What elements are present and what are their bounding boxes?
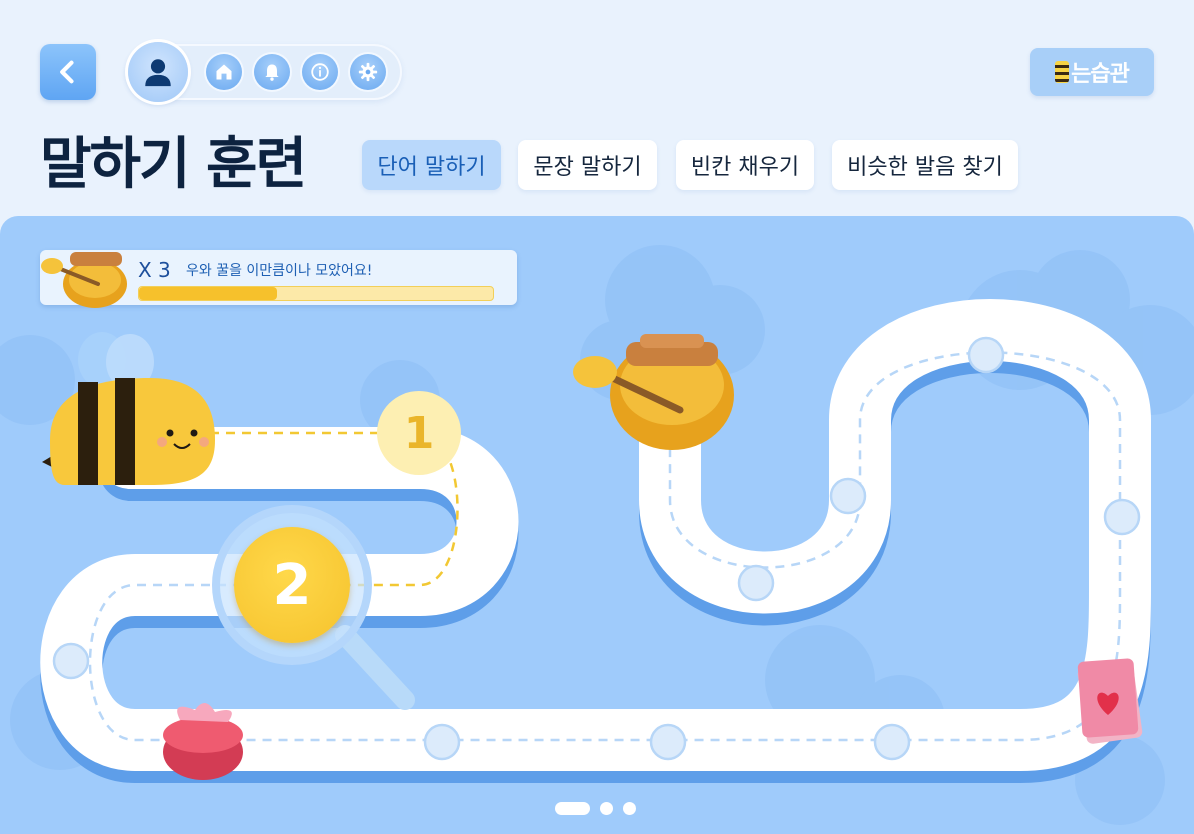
tab-similar-pronunciation[interactable]: 비슷한 발음 찾기 bbox=[832, 140, 1018, 190]
bee-logo-icon bbox=[1055, 61, 1070, 83]
honey-progress-fill bbox=[139, 287, 277, 300]
path-nodes bbox=[52, 336, 1141, 761]
notification-button[interactable] bbox=[254, 54, 290, 90]
honey-count: X 3 bbox=[138, 258, 171, 282]
heart-card-icon bbox=[1077, 658, 1143, 744]
page-dot-3[interactable] bbox=[623, 802, 636, 815]
settings-button[interactable] bbox=[350, 54, 386, 90]
tab-fill-blank[interactable]: 빈칸 채우기 bbox=[676, 140, 814, 190]
page-dot-1[interactable] bbox=[555, 802, 590, 815]
brand-logo: 는습관 bbox=[1030, 48, 1154, 96]
board-map bbox=[0, 245, 1194, 825]
back-button[interactable] bbox=[40, 44, 96, 100]
info-icon bbox=[311, 63, 329, 81]
stage-2-marker[interactable]: 2 bbox=[234, 527, 350, 643]
brand-name: 는습관 bbox=[1071, 62, 1130, 87]
game-board: 1 2 bbox=[0, 216, 1194, 834]
bee-character bbox=[42, 332, 215, 485]
tab-sentence-speaking[interactable]: 문장 말하기 bbox=[518, 140, 657, 190]
bell-icon bbox=[265, 64, 279, 81]
chevron-left-icon bbox=[60, 60, 74, 84]
home-button[interactable] bbox=[206, 54, 242, 90]
page-title: 말하기 훈련 bbox=[40, 132, 307, 197]
stage-1-label: 1 bbox=[403, 407, 435, 459]
honey-message: 우와 꿀을 이만큼이나 모았어요! bbox=[186, 263, 373, 279]
page-dot-2[interactable] bbox=[600, 802, 613, 815]
stage-2-label: 2 bbox=[272, 552, 312, 618]
user-icon bbox=[145, 59, 171, 87]
honey-jar-icon bbox=[41, 252, 127, 308]
info-button[interactable] bbox=[302, 54, 338, 90]
profile-avatar[interactable] bbox=[128, 42, 188, 102]
gear-icon bbox=[358, 62, 378, 82]
home-icon bbox=[216, 64, 232, 80]
tab-word-speaking[interactable]: 단어 말하기 bbox=[362, 140, 501, 190]
pagination-dots bbox=[555, 802, 636, 815]
stage-1-marker[interactable]: 1 bbox=[377, 391, 461, 475]
